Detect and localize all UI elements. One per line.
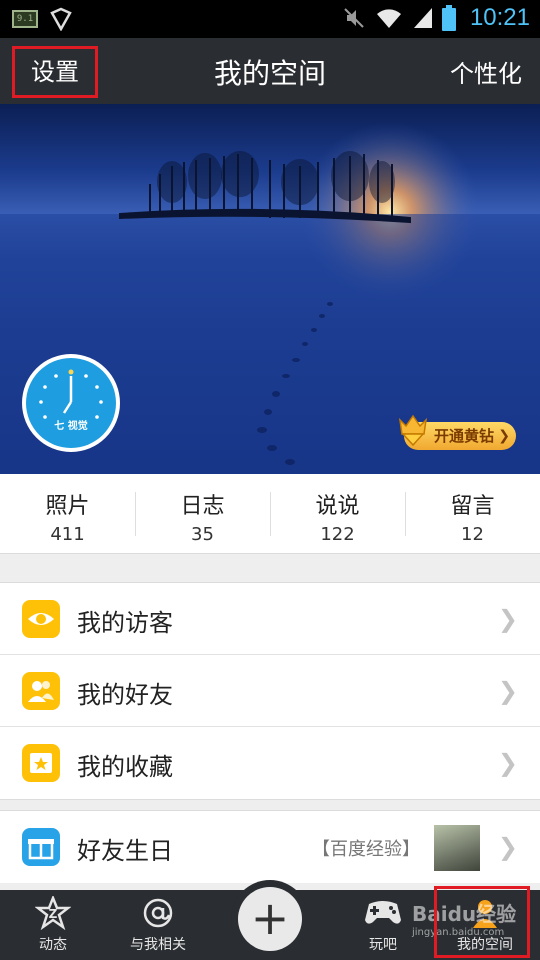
menu-item-label: 我的访客 <box>77 609 173 637</box>
menu-item-birthday[interactable]: 好友生日 【百度经验】 ❯ <box>0 811 540 883</box>
app-header: 设置 我的空间 个性化 <box>0 38 540 104</box>
nav-label: 动态 <box>39 937 67 953</box>
watermark-text: Baidu经验 <box>412 902 517 926</box>
mute-icon <box>344 8 364 28</box>
open-vip-button[interactable]: 开通黄钻 ❯ <box>398 414 516 450</box>
menu-item-label: 我的好友 <box>77 681 173 709</box>
nav-games[interactable]: 玩吧 <box>348 890 418 960</box>
nav-feed[interactable]: Z 动态 <box>18 890 88 960</box>
chevron-right-icon: ❯ <box>497 677 518 705</box>
friends-icon <box>22 672 60 710</box>
star-z-icon: Z <box>35 896 71 930</box>
stat-value: 12 <box>461 524 484 545</box>
menu-item-favorites[interactable]: 我的收藏 ❯ <box>0 727 540 799</box>
at-icon <box>143 898 173 928</box>
battery-icon <box>441 5 456 31</box>
stat-label: 留言 <box>450 494 495 519</box>
chevron-right-icon: ❯ <box>497 833 518 861</box>
stat-label: 日志 <box>180 494 225 519</box>
stat-label: 说说 <box>315 494 360 519</box>
publish-button[interactable]: + <box>231 880 309 958</box>
source-tag: 【百度经验】 <box>312 839 420 860</box>
avatar-caption: 七 视觉 <box>54 421 88 432</box>
watermark: Baidu经验 jingyan.baidu.com <box>412 898 534 958</box>
menu-item-friends[interactable]: 我的好友 ❯ <box>0 655 540 727</box>
watermark-url: jingyan.baidu.com <box>412 927 505 938</box>
menu-group-birthday: 好友生日 【百度经验】 ❯ <box>0 810 540 883</box>
stat-messages[interactable]: 留言 12 <box>405 474 540 553</box>
wifi-icon <box>376 9 401 28</box>
friend-avatar-thumbnail <box>434 825 480 871</box>
avatar[interactable]: 七 视觉 <box>22 354 120 452</box>
stat-value: 122 <box>320 524 355 545</box>
svg-text:Z: Z <box>49 907 58 921</box>
clock-logo-icon <box>39 369 103 419</box>
status-bar: 9.1 10:21 <box>0 0 540 38</box>
stat-posts[interactable]: 说说 122 <box>270 474 405 553</box>
gift-icon <box>22 828 60 866</box>
personalize-button[interactable]: 个性化 <box>450 54 522 89</box>
signal-icon <box>413 8 432 28</box>
star-folder-icon <box>22 744 60 782</box>
diamond-crown-icon <box>398 414 428 446</box>
nav-label: 玩吧 <box>369 937 397 953</box>
stat-blogs[interactable]: 日志 35 <box>135 474 270 553</box>
menu-item-label: 我的收藏 <box>77 753 173 781</box>
stat-value: 411 <box>50 524 85 545</box>
stats-bar: 照片 411 日志 35 说说 122 留言 12 <box>0 474 540 554</box>
open-vip-label: 开通黄钻 <box>433 427 494 445</box>
chevron-right-icon: ❯ <box>497 605 518 633</box>
menu-item-label: 好友生日 <box>77 837 173 865</box>
menu-group-main: 我的访客 ❯ 我的好友 ❯ 我的收藏 ❯ <box>0 582 540 800</box>
chevron-right-icon: ❯ <box>497 749 518 777</box>
stat-value: 35 <box>191 524 214 545</box>
gamepad-icon <box>365 901 401 924</box>
nav-mentions[interactable]: 与我相关 <box>118 890 198 960</box>
nav-label: 与我相关 <box>130 937 186 953</box>
eye-icon <box>22 600 60 638</box>
plus-icon: + <box>238 887 302 951</box>
chevron-right-icon: ❯ <box>498 428 510 444</box>
menu-item-visitors[interactable]: 我的访客 ❯ <box>0 583 540 655</box>
stat-photos[interactable]: 照片 411 <box>0 474 135 553</box>
sim-card-icon: 9.1 <box>12 10 38 28</box>
cover-photo[interactable]: 七 视觉 开通黄钻 ❯ <box>0 104 540 474</box>
stat-label: 照片 <box>45 494 90 519</box>
clock: 10:21 <box>469 4 530 31</box>
shield-icon <box>50 7 72 31</box>
